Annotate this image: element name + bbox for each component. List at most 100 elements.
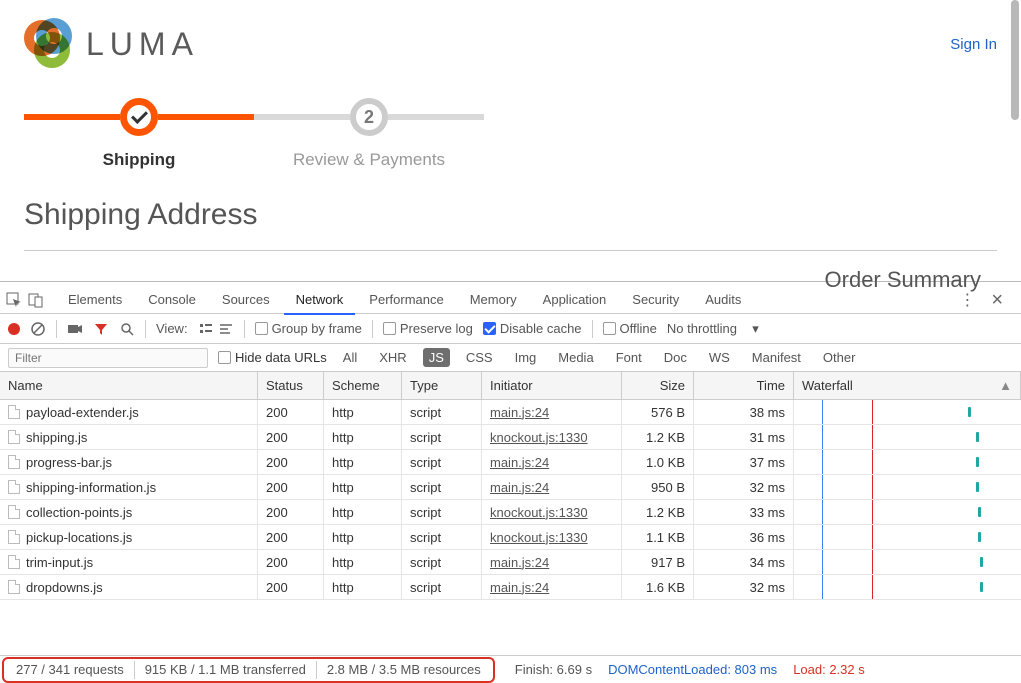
type-js[interactable]: JS bbox=[423, 348, 450, 367]
col-waterfall[interactable]: Waterfall▲ bbox=[794, 372, 1021, 399]
cell-time: 37 ms bbox=[694, 450, 794, 474]
type-all[interactable]: All bbox=[337, 348, 363, 367]
hide-data-urls-checkbox[interactable]: Hide data URLs bbox=[218, 350, 327, 365]
devtools-close-icon[interactable]: × bbox=[985, 290, 1009, 310]
tab-console[interactable]: Console bbox=[136, 286, 208, 313]
cell-name: payload-extender.js bbox=[26, 405, 139, 420]
cell-waterfall bbox=[794, 400, 1021, 424]
type-font[interactable]: Font bbox=[610, 348, 648, 367]
tab-audits[interactable]: Audits bbox=[693, 286, 753, 313]
initiator-link[interactable]: main.js:24 bbox=[490, 455, 549, 470]
cell-time: 38 ms bbox=[694, 400, 794, 424]
tab-elements[interactable]: Elements bbox=[56, 286, 134, 313]
type-css[interactable]: CSS bbox=[460, 348, 499, 367]
initiator-link[interactable]: knockout.js:1330 bbox=[490, 530, 588, 545]
table-row[interactable]: trim-input.js200httpscriptmain.js:24917 … bbox=[0, 550, 1021, 575]
view-label: View: bbox=[156, 321, 188, 336]
stat-load: Load: 2.32 s bbox=[793, 662, 865, 677]
cell-size: 1.6 KB bbox=[622, 575, 694, 599]
large-rows-icon[interactable] bbox=[198, 321, 214, 337]
chevron-down-icon: ▾ bbox=[752, 321, 759, 337]
col-scheme[interactable]: Scheme bbox=[324, 372, 402, 399]
file-icon bbox=[8, 430, 20, 444]
clear-icon[interactable] bbox=[30, 321, 46, 337]
throttling-select[interactable]: No throttling ▾ bbox=[667, 321, 759, 337]
file-icon bbox=[8, 530, 20, 544]
col-size[interactable]: Size bbox=[622, 372, 694, 399]
step-review-node[interactable]: 2 bbox=[350, 98, 388, 136]
initiator-link[interactable]: main.js:24 bbox=[490, 405, 549, 420]
sign-in-link[interactable]: Sign In bbox=[950, 36, 997, 53]
type-manifest[interactable]: Manifest bbox=[746, 348, 807, 367]
cell-status: 200 bbox=[258, 450, 324, 474]
record-button[interactable] bbox=[8, 323, 20, 335]
inspect-icon[interactable] bbox=[6, 292, 22, 308]
cell-size: 1.2 KB bbox=[622, 425, 694, 449]
initiator-link[interactable]: knockout.js:1330 bbox=[490, 430, 588, 445]
brand-text: LUMA bbox=[86, 26, 199, 63]
offline-checkbox[interactable]: Offline bbox=[603, 321, 657, 336]
col-type[interactable]: Type bbox=[402, 372, 482, 399]
overview-icon[interactable] bbox=[218, 321, 234, 337]
cell-status: 200 bbox=[258, 575, 324, 599]
cell-type: script bbox=[402, 475, 482, 499]
logo-icon bbox=[24, 18, 76, 70]
tab-sources[interactable]: Sources bbox=[210, 286, 282, 313]
device-icon[interactable] bbox=[28, 292, 44, 308]
step-review-label: Review & Payments bbox=[293, 150, 445, 170]
search-icon[interactable] bbox=[119, 321, 135, 337]
page-title: Shipping Address bbox=[24, 198, 997, 232]
col-initiator[interactable]: Initiator bbox=[482, 372, 622, 399]
table-row[interactable]: shipping.js200httpscriptknockout.js:1330… bbox=[0, 425, 1021, 450]
tab-memory[interactable]: Memory bbox=[458, 286, 529, 313]
tab-security[interactable]: Security bbox=[620, 286, 691, 313]
camera-icon[interactable] bbox=[67, 321, 83, 337]
tab-network[interactable]: Network bbox=[284, 286, 356, 315]
cell-scheme: http bbox=[324, 475, 402, 499]
col-status[interactable]: Status bbox=[258, 372, 324, 399]
tab-performance[interactable]: Performance bbox=[357, 286, 455, 313]
cell-type: script bbox=[402, 425, 482, 449]
table-row[interactable]: pickup-locations.js200httpscriptknockout… bbox=[0, 525, 1021, 550]
table-row[interactable]: payload-extender.js200httpscriptmain.js:… bbox=[0, 400, 1021, 425]
step-shipping-node[interactable] bbox=[120, 98, 158, 136]
cell-waterfall bbox=[794, 450, 1021, 474]
stat-requests: 277 / 341 requests bbox=[6, 661, 135, 679]
disable-cache-checkbox[interactable]: Disable cache bbox=[483, 321, 582, 336]
cell-scheme: http bbox=[324, 575, 402, 599]
table-row[interactable]: dropdowns.js200httpscriptmain.js:241.6 K… bbox=[0, 575, 1021, 600]
table-row[interactable]: shipping-information.js200httpscriptmain… bbox=[0, 475, 1021, 500]
type-ws[interactable]: WS bbox=[703, 348, 736, 367]
type-xhr[interactable]: XHR bbox=[373, 348, 412, 367]
group-by-frame-checkbox[interactable]: Group by frame bbox=[255, 321, 362, 336]
type-img[interactable]: Img bbox=[509, 348, 543, 367]
cell-scheme: http bbox=[324, 450, 402, 474]
filter-icon[interactable] bbox=[93, 321, 109, 337]
cell-type: script bbox=[402, 575, 482, 599]
checkout-progress: Shipping 2 Review & Payments bbox=[24, 98, 997, 170]
cell-scheme: http bbox=[324, 400, 402, 424]
type-media[interactable]: Media bbox=[552, 348, 599, 367]
col-name[interactable]: Name bbox=[0, 372, 258, 399]
initiator-link[interactable]: knockout.js:1330 bbox=[490, 505, 588, 520]
file-icon bbox=[8, 405, 20, 419]
tab-application[interactable]: Application bbox=[531, 286, 619, 313]
file-icon bbox=[8, 480, 20, 494]
table-row[interactable]: collection-points.js200httpscriptknockou… bbox=[0, 500, 1021, 525]
table-row[interactable]: progress-bar.js200httpscriptmain.js:241.… bbox=[0, 450, 1021, 475]
filter-input[interactable] bbox=[8, 348, 208, 368]
site-logo[interactable]: LUMA bbox=[24, 18, 199, 70]
cell-size: 1.1 KB bbox=[622, 525, 694, 549]
type-doc[interactable]: Doc bbox=[658, 348, 693, 367]
col-time[interactable]: Time bbox=[694, 372, 794, 399]
initiator-link[interactable]: main.js:24 bbox=[490, 555, 549, 570]
page-scrollbar[interactable] bbox=[1011, 0, 1019, 120]
initiator-link[interactable]: main.js:24 bbox=[490, 580, 549, 595]
initiator-link[interactable]: main.js:24 bbox=[490, 480, 549, 495]
sort-asc-icon: ▲ bbox=[999, 378, 1012, 393]
network-statusbar: 277 / 341 requests 915 KB / 1.1 MB trans… bbox=[0, 655, 1021, 683]
type-other[interactable]: Other bbox=[817, 348, 862, 367]
cell-type: script bbox=[402, 550, 482, 574]
network-toolbar: View: Group by frame Preserve log Disabl… bbox=[0, 314, 1021, 344]
preserve-log-checkbox[interactable]: Preserve log bbox=[383, 321, 473, 336]
